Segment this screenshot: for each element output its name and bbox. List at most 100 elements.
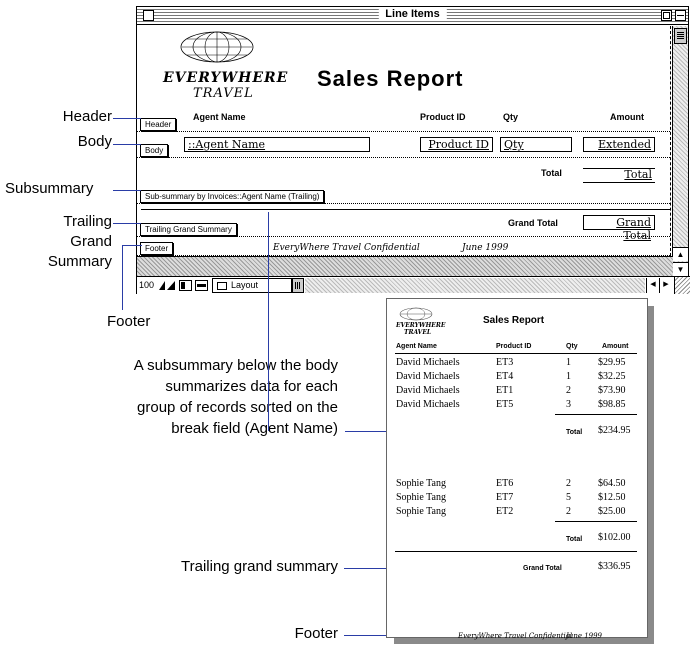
sample-cell-qty: 1 — [566, 371, 571, 382]
desc-footer: Footer — [294, 625, 338, 642]
field-qty[interactable]: Qty — [500, 137, 572, 152]
grand-summary-rule — [141, 209, 671, 210]
part-tab-body[interactable]: Body — [140, 144, 169, 157]
sample-cell-qty: 2 — [566, 385, 571, 396]
label-grand-total[interactable]: Grand Total — [508, 218, 558, 228]
sample-cell-qty: 3 — [566, 399, 571, 410]
part-boundary-header — [137, 131, 670, 132]
footer-confidential-text[interactable]: EveryWhere Travel Confidential — [273, 243, 420, 253]
status-area-toggle-icon[interactable] — [179, 280, 192, 291]
horizontal-scroll-thumb[interactable] — [292, 278, 304, 293]
sample-cell-agent: David Michaels — [396, 385, 460, 396]
scroll-down-arrow-icon[interactable]: ▼ — [673, 262, 688, 277]
sample-cell-agent: Sophie Tang — [396, 478, 446, 489]
sample-cell-qty: 2 — [566, 478, 571, 489]
gray-area-below-layout — [137, 256, 673, 276]
scroll-up-arrow-icon[interactable]: ▲ — [673, 247, 688, 261]
sample-footer-text: EveryWhere Travel Confidential — [458, 632, 573, 640]
leader-footer-h — [122, 245, 142, 246]
vertical-scrollbar[interactable]: ▲ ▼ — [672, 26, 688, 278]
field-product-id[interactable]: Product ID — [420, 137, 493, 152]
desc-subsummary-line1: A subsummary below the body — [133, 357, 338, 374]
part-tab-footer[interactable]: Footer — [140, 242, 174, 255]
sample-grand-total-value: $336.95 — [598, 561, 631, 572]
sample-cell-agent: David Michaels — [396, 371, 460, 382]
field-extended[interactable]: Extended — [583, 137, 655, 152]
sample-total-value-2: $102.00 — [598, 532, 631, 543]
field-agent-name[interactable]: ::Agent Name — [184, 137, 370, 152]
sample-cell-product: ET4 — [496, 371, 514, 382]
leader-header — [113, 118, 141, 119]
zoom-in-icon[interactable] — [159, 281, 165, 290]
report-title[interactable]: Sales Report — [317, 66, 464, 92]
status-bar: 100 Layout ◀ ▶ — [137, 276, 690, 294]
footer-date-text[interactable]: June 1999 — [462, 243, 508, 253]
leader-body — [113, 144, 141, 145]
sample-cell-amount: $32.25 — [598, 371, 626, 382]
callout-footer: Footer — [107, 313, 151, 330]
sample-cell-amount: $73.90 — [598, 385, 626, 396]
zoom-out-icon[interactable] — [167, 281, 175, 290]
callout-body: Body — [77, 133, 112, 150]
zoom-box-icon[interactable] — [661, 10, 672, 21]
mode-selector[interactable]: Layout — [212, 278, 292, 293]
part-tab-subsummary[interactable]: Sub-summary by Invoices::Agent Name (Tra… — [140, 190, 325, 203]
sample-cell-qty: 2 — [566, 506, 571, 517]
sample-cell-agent: Sophie Tang — [396, 506, 446, 517]
label-total[interactable]: Total — [541, 168, 562, 178]
scroll-right-arrow-icon[interactable]: ▶ — [659, 278, 672, 293]
field-total[interactable]: Total — [583, 168, 655, 183]
desc-subsummary-line2: summarizes data for each — [165, 378, 338, 395]
sample-logo-everywhere: EVERYWHERE — [396, 322, 446, 329]
sample-cell-qty: 5 — [566, 492, 571, 503]
header-agent-name[interactable]: Agent Name — [193, 112, 246, 122]
sample-header-rule — [395, 353, 637, 354]
total-rule — [583, 168, 655, 169]
part-label-toggle-icon[interactable] — [195, 280, 208, 291]
vertical-scroll-thumb[interactable] — [674, 28, 687, 44]
layout-canvas[interactable]: EVERYWHERE TRAVEL Sales Report Agent Nam… — [137, 26, 673, 256]
mode-label: Layout — [231, 280, 259, 290]
header-qty[interactable]: Qty — [503, 112, 518, 122]
sample-total-rule-2 — [555, 521, 637, 522]
logo-text-everywhere: EVERYWHERE — [163, 70, 289, 86]
sample-footer-date: June 1999 — [566, 632, 603, 640]
horizontal-scroll-track[interactable] — [305, 278, 645, 293]
part-tab-header[interactable]: Header — [140, 118, 177, 131]
sample-header-amount: Amount — [602, 343, 629, 350]
zoom-percentage[interactable]: 100 — [139, 280, 154, 290]
window-title: Line Items — [378, 8, 447, 20]
collapse-box-icon[interactable] — [675, 10, 686, 21]
sample-header-product: Product ID — [496, 343, 532, 350]
leader-footer-v — [122, 245, 123, 310]
sample-cell-agent: David Michaels — [396, 399, 460, 410]
sample-cell-amount: $64.50 — [598, 478, 626, 489]
sample-cell-product: ET7 — [496, 492, 514, 503]
sample-total-rule-1 — [555, 414, 637, 415]
part-tab-trailing-grand-summary[interactable]: Trailing Grand Summary — [140, 223, 237, 236]
sample-cell-amount: $98.85 — [598, 399, 626, 410]
callout-subsummary: Subsummary — [5, 180, 94, 197]
sample-title: Sales Report — [483, 315, 545, 326]
logo-text-travel: TRAVEL — [193, 86, 254, 101]
leader-subsummary — [113, 190, 141, 191]
window-titlebar[interactable]: Line Items — [137, 7, 688, 25]
sample-cell-product: ET1 — [496, 385, 514, 396]
desc-trailing-grand: Trailing grand summary — [181, 558, 338, 575]
header-product-id[interactable]: Product ID — [420, 112, 466, 122]
sample-header-agent: Agent Name — [396, 343, 437, 350]
part-boundary-trailing-grand — [137, 236, 670, 237]
scroll-left-arrow-icon[interactable]: ◀ — [646, 278, 659, 293]
page-margin-line — [670, 26, 671, 256]
sample-cell-product: ET2 — [496, 506, 514, 517]
part-boundary-subsummary — [137, 203, 670, 204]
grow-box-icon[interactable] — [674, 277, 690, 294]
header-amount[interactable]: Amount — [610, 112, 644, 122]
field-grand-total[interactable]: Grand Total — [583, 215, 655, 242]
layout-window: Line Items EVERYWHERE TRAVEL Sales Repor… — [136, 6, 690, 294]
sample-cell-qty: 1 — [566, 357, 571, 368]
sample-header-qty: Qty — [566, 343, 578, 350]
sample-report-page: EVERYWHERE TRAVEL Sales Report Agent Nam… — [386, 298, 648, 640]
sample-cell-amount: $12.50 — [598, 492, 626, 503]
close-box-icon[interactable] — [143, 10, 154, 21]
